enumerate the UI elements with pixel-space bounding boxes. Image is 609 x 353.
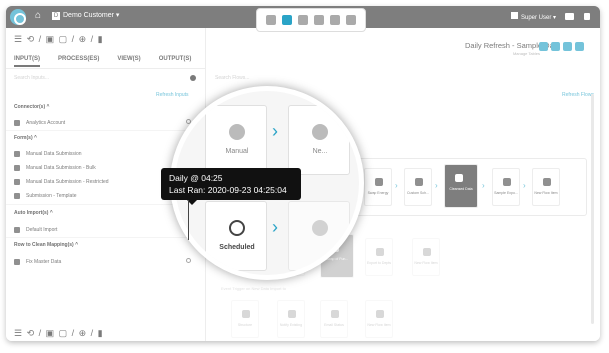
schedule-tooltip: Daily @ 04:25 Last Ran: 2020-09-23 04:25… bbox=[161, 168, 301, 205]
table-icon[interactable] bbox=[266, 15, 276, 25]
chevron-right-icon: › bbox=[272, 217, 278, 237]
next-node[interactable] bbox=[288, 201, 350, 271]
manual-trigger-node[interactable]: Manual bbox=[205, 105, 267, 175]
node-label: Scheduled bbox=[219, 244, 255, 251]
node-label: Manual bbox=[225, 148, 249, 155]
chart-icon[interactable] bbox=[314, 15, 324, 25]
tooltip-last-ran: Last Ran: 2020-09-23 04:25:04 bbox=[169, 185, 287, 195]
view-toolbar bbox=[256, 8, 366, 32]
play-icon bbox=[229, 124, 245, 140]
app-window: ⌂ D Demo Customer ▾ Super User ▾ ☰ ⟲ / ▣ … bbox=[6, 6, 600, 341]
gauge-icon[interactable] bbox=[330, 15, 340, 25]
clock-icon bbox=[229, 220, 245, 236]
flow-icon[interactable] bbox=[282, 15, 292, 25]
tools-icon[interactable] bbox=[298, 15, 308, 25]
node-icon bbox=[312, 220, 328, 236]
check-icon[interactable] bbox=[346, 15, 356, 25]
node-icon bbox=[312, 124, 328, 140]
node-label: Ne... bbox=[312, 148, 328, 155]
tooltip-connector bbox=[188, 200, 189, 240]
chevron-right-icon: › bbox=[272, 121, 278, 141]
tooltip-schedule: Daily @ 04:25 bbox=[169, 173, 223, 183]
scheduled-trigger-node[interactable]: Scheduled bbox=[205, 201, 267, 271]
next-node[interactable]: Ne... bbox=[288, 105, 350, 175]
